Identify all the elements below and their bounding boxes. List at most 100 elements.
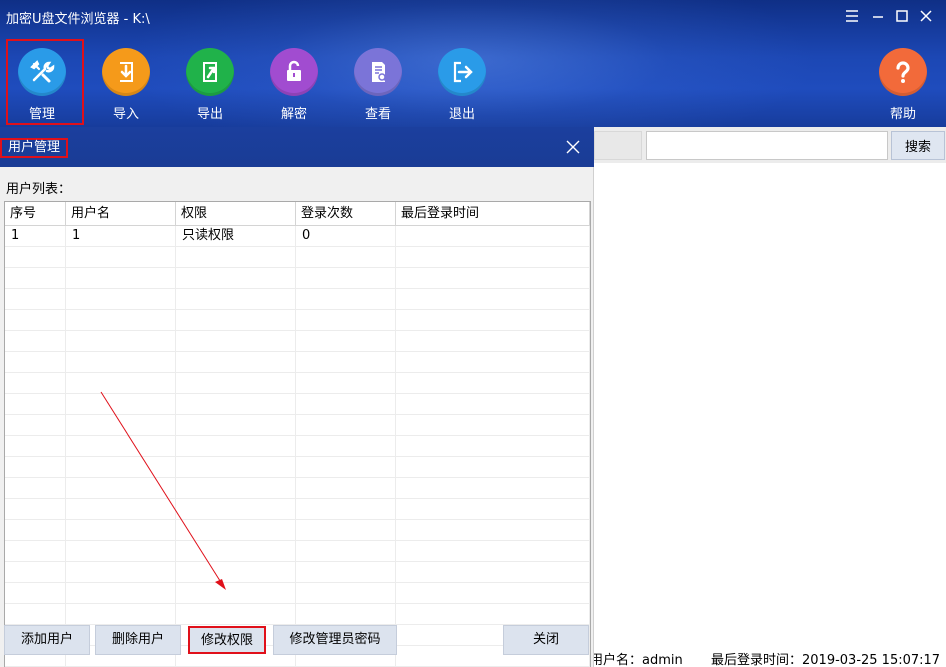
- empty-table-row: [5, 541, 590, 562]
- cell-permission: 只读权限: [176, 226, 296, 246]
- menu-icon[interactable]: [842, 6, 862, 26]
- empty-cell: [66, 478, 176, 498]
- empty-cell: [396, 499, 590, 519]
- delete-user-button[interactable]: 删除用户: [95, 625, 181, 655]
- decrypt-button[interactable]: 解密: [261, 48, 327, 122]
- empty-cell: [296, 583, 396, 603]
- empty-cell: [66, 499, 176, 519]
- empty-cell: [5, 436, 66, 456]
- empty-cell: [396, 583, 590, 603]
- document-search-icon: [354, 48, 402, 96]
- column-header-login-count[interactable]: 登录次数: [296, 202, 396, 226]
- empty-cell: [176, 352, 296, 372]
- empty-cell: [396, 457, 590, 477]
- empty-cell: [66, 562, 176, 582]
- empty-cell: [296, 373, 396, 393]
- empty-cell: [176, 436, 296, 456]
- modify-permission-button[interactable]: 修改权限: [188, 626, 266, 654]
- export-button[interactable]: 导出: [177, 48, 243, 122]
- user-table: 序号 用户名 权限 登录次数 最后登录时间 1 1 只读权限 0 |||: [4, 201, 591, 667]
- empty-cell: [5, 562, 66, 582]
- close-window-icon[interactable]: [916, 6, 936, 26]
- empty-cell: [66, 436, 176, 456]
- decrypt-label: 解密: [280, 107, 307, 122]
- empty-cell: [296, 268, 396, 288]
- close-button[interactable]: 关闭: [503, 625, 589, 655]
- empty-cell: [296, 394, 396, 414]
- close-icon[interactable]: [564, 138, 582, 156]
- dialog-title: 用户管理: [0, 138, 69, 158]
- empty-table-row: [5, 499, 590, 520]
- empty-cell: [396, 478, 590, 498]
- minimize-icon[interactable]: [868, 6, 888, 26]
- user-list-label: 用户列表：: [6, 182, 72, 197]
- empty-cell: [5, 604, 66, 624]
- add-user-button[interactable]: 添加用户: [4, 625, 90, 655]
- empty-cell: [296, 289, 396, 309]
- empty-cell: [176, 331, 296, 351]
- empty-cell: [176, 499, 296, 519]
- empty-cell: [296, 604, 396, 624]
- empty-table-row: [5, 310, 590, 331]
- empty-table-row: [5, 394, 590, 415]
- empty-cell: [396, 520, 590, 540]
- modify-admin-password-button[interactable]: 修改管理员密码: [273, 625, 397, 655]
- column-header-username[interactable]: 用户名: [66, 202, 176, 226]
- exit-door-icon: [438, 48, 486, 96]
- help-button[interactable]: 帮助: [870, 48, 936, 122]
- empty-cell: [176, 583, 296, 603]
- table-header: 序号 用户名 权限 登录次数 最后登录时间: [5, 202, 590, 226]
- cell-last-login: [396, 226, 590, 246]
- column-header-last-login[interactable]: 最后登录时间: [396, 202, 590, 226]
- empty-cell: [396, 436, 590, 456]
- empty-cell: [296, 331, 396, 351]
- manage-label: 管理: [28, 107, 55, 122]
- empty-cell: [176, 562, 296, 582]
- empty-cell: [396, 415, 590, 435]
- cell-username: 1: [66, 226, 176, 246]
- view-button[interactable]: 查看: [345, 48, 411, 122]
- empty-cell: [176, 373, 296, 393]
- empty-cell: [176, 478, 296, 498]
- empty-cell: [5, 373, 66, 393]
- empty-cell: [66, 247, 176, 267]
- import-button[interactable]: 导入: [93, 48, 159, 122]
- empty-cell: [396, 562, 590, 582]
- empty-cell: [176, 289, 296, 309]
- empty-cell: [66, 268, 176, 288]
- column-header-permission[interactable]: 权限: [176, 202, 296, 226]
- empty-cell: [5, 394, 66, 414]
- empty-cell: [396, 541, 590, 561]
- search-button[interactable]: 搜索: [891, 131, 945, 160]
- empty-cell: [66, 583, 176, 603]
- empty-cell: [66, 373, 176, 393]
- empty-cell: [5, 415, 66, 435]
- maximize-icon[interactable]: [892, 6, 912, 26]
- empty-cell: [296, 562, 396, 582]
- window-title: 加密U盘文件浏览器 - K:\: [6, 12, 150, 27]
- status-user: 用户名：admin: [590, 653, 683, 667]
- empty-cell: [296, 310, 396, 330]
- user-management-dialog: 用户管理 用户列表： 序号 用户名 权限 登录次数 最后登录时间 1 1 只读权…: [0, 127, 594, 667]
- empty-cell: [396, 373, 590, 393]
- empty-cell: [66, 289, 176, 309]
- empty-cell: [66, 331, 176, 351]
- empty-cell: [396, 310, 590, 330]
- path-field[interactable]: [594, 131, 642, 160]
- import-label: 导入: [112, 107, 139, 122]
- empty-cell: [176, 310, 296, 330]
- empty-table-row: [5, 520, 590, 541]
- empty-cell: [176, 520, 296, 540]
- empty-cell: [396, 289, 590, 309]
- empty-cell: [5, 247, 66, 267]
- empty-cell: [296, 247, 396, 267]
- search-input[interactable]: [646, 131, 888, 160]
- manage-button[interactable]: 管理: [9, 48, 75, 122]
- empty-cell: [66, 604, 176, 624]
- column-header-index[interactable]: 序号: [5, 202, 66, 226]
- empty-table-row: [5, 373, 590, 394]
- table-row[interactable]: 1 1 只读权限 0: [5, 226, 590, 247]
- status-bar: 用户名：admin 最后登录时间：2019-03-25 15:07:17: [590, 637, 946, 667]
- empty-table-row: [5, 478, 590, 499]
- exit-button[interactable]: 退出: [429, 48, 495, 122]
